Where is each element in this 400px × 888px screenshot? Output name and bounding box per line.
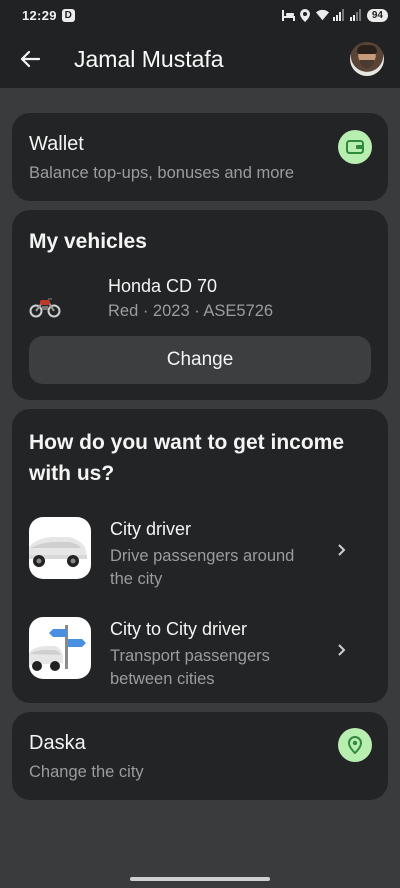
- car-signpost-icon: [29, 617, 91, 679]
- wallet-subtitle: Balance top-ups, bonuses and more: [29, 164, 295, 182]
- vehicle-name: Honda CD 70: [108, 276, 218, 296]
- avatar[interactable]: [350, 42, 384, 76]
- income-card: How do you want to get income with us? C…: [12, 409, 388, 703]
- bed-icon: [281, 9, 295, 22]
- option-desc: Drive passengers around the city: [110, 547, 295, 588]
- d-badge-icon: D: [61, 8, 75, 22]
- chevron-right-icon: [336, 643, 348, 657]
- location-icon: [299, 8, 312, 22]
- option-city-to-city-driver[interactable]: City to City driver Transport passengers…: [12, 617, 388, 707]
- wallet-card[interactable]: Wallet Balance top-ups, bonuses and more: [12, 113, 388, 201]
- back-arrow-icon[interactable]: [16, 45, 44, 73]
- city-title: Daska: [29, 732, 86, 754]
- status-time: 12:29: [22, 7, 57, 23]
- city-card[interactable]: Daska Change the city: [12, 712, 388, 800]
- wallet-title: Wallet: [29, 133, 84, 155]
- city-subtitle: Change the city: [29, 763, 144, 781]
- option-city-driver[interactable]: City driver Drive passengers around the …: [12, 517, 388, 607]
- option-title: City to City driver: [110, 619, 248, 639]
- vehicle-detail: Red · 2023 · ASE5726: [108, 302, 274, 320]
- car-icon: [29, 517, 91, 579]
- option-title: City driver: [110, 519, 192, 539]
- battery-indicator: 94: [366, 8, 388, 22]
- option-desc: Transport passengers between cities: [110, 647, 270, 688]
- vehicles-card: My vehicles Honda CD 70 Red · 2023 · ASE…: [12, 210, 388, 400]
- vehicles-title: My vehicles: [29, 230, 147, 253]
- home-indicator[interactable]: [130, 877, 270, 881]
- page-title: Jamal Mustafa: [74, 45, 224, 72]
- signal-2-icon: [350, 9, 363, 22]
- location-pin-icon: [338, 728, 372, 762]
- change-vehicle-button[interactable]: Change: [29, 336, 371, 384]
- status-icons: 94: [281, 8, 388, 22]
- motorcycle-icon: [29, 294, 61, 318]
- status-bar: 12:29 D 94: [0, 0, 400, 30]
- wifi-icon: [315, 9, 329, 22]
- income-question: How do you want to get income with us?: [29, 431, 344, 485]
- wallet-icon: [338, 130, 372, 164]
- chevron-right-icon: [336, 543, 348, 557]
- app-bar: Jamal Mustafa: [0, 30, 400, 88]
- signal-icon: [333, 9, 346, 22]
